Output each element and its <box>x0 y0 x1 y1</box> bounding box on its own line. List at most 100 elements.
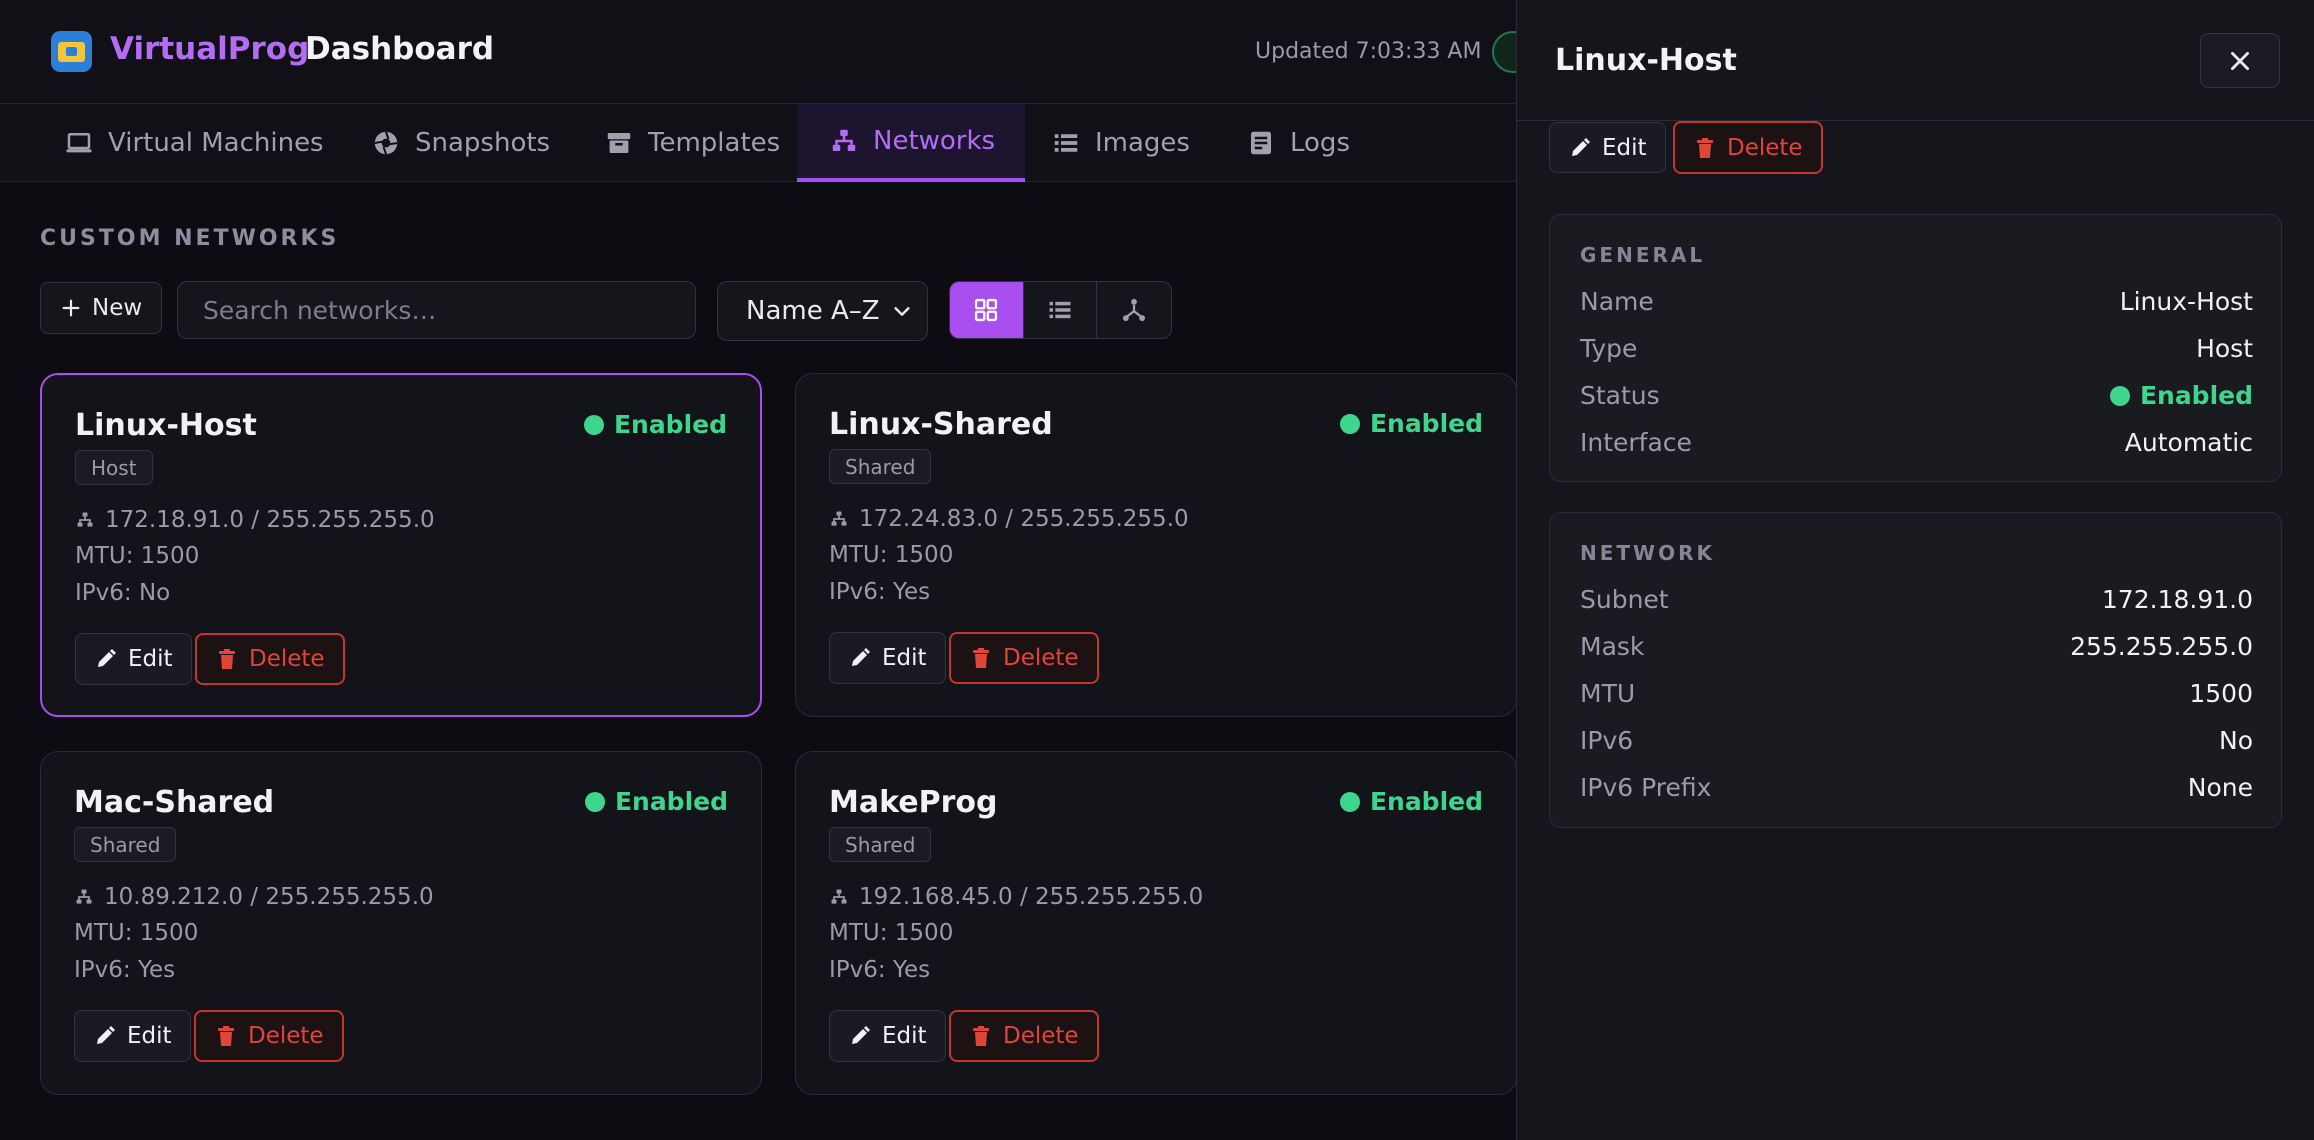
view-toggle-group <box>949 281 1172 339</box>
status-dot-icon <box>1339 413 1360 434</box>
detail-value: 172.18.91.0 <box>2101 585 2253 614</box>
edit-button[interactable]: Edit <box>829 632 946 684</box>
network-icon <box>831 511 847 526</box>
network-mtu: MTU: 1500 <box>829 542 954 568</box>
last-updated-text: Updated 7:03:33 AM <box>1255 39 1482 64</box>
search-networks-input[interactable] <box>177 281 696 339</box>
status-dot-icon <box>583 414 604 435</box>
close-panel-button[interactable] <box>2200 33 2280 88</box>
delete-button[interactable]: Delete <box>949 1010 1099 1062</box>
status-badge: Enabled <box>2109 381 2253 410</box>
tab-label: Virtual Machines <box>108 128 324 158</box>
network-icon <box>77 512 93 527</box>
network-mtu: MTU: 1500 <box>74 920 199 946</box>
topology-view-button[interactable] <box>1097 282 1171 338</box>
list-view-button[interactable] <box>1024 282 1098 338</box>
plus-icon <box>62 299 80 317</box>
sort-select[interactable]: Name A–Z <box>717 281 928 341</box>
grid-view-button[interactable] <box>950 282 1024 338</box>
detail-row-ipv6: IPv6 No <box>1580 726 2253 755</box>
detail-key: Name <box>1580 287 1654 316</box>
pencil-icon <box>97 1026 115 1044</box>
log-icon <box>1251 131 1271 155</box>
panel-delete-button[interactable]: Delete <box>1673 121 1823 174</box>
trash-icon <box>218 1026 234 1046</box>
pencil-icon <box>98 649 116 667</box>
general-section: GENERAL Name Linux-Host Type Host Status… <box>1549 214 2282 482</box>
network-card-linux-shared[interactable]: Linux-Shared Enabled Shared 172.24.83.0 … <box>795 373 1517 717</box>
network-card-makeprog[interactable]: MakeProg Enabled Shared 192.168.45.0 / 2… <box>795 751 1517 1095</box>
delete-label: Delete <box>249 646 325 672</box>
edit-button[interactable]: Edit <box>74 1010 191 1062</box>
status-text: Enabled <box>1369 787 1483 816</box>
detail-value: 255.255.255.0 <box>2070 632 2253 661</box>
tab-logs[interactable]: Logs <box>1214 104 1380 182</box>
status-dot-icon <box>584 791 605 812</box>
detail-value: Host <box>2196 334 2253 363</box>
page-title: Dashboard <box>305 31 495 67</box>
tab-virtual-machines[interactable]: Virtual Machines <box>32 104 354 182</box>
sort-value: Name A–Z <box>746 296 880 326</box>
network-ipv6: IPv6: Yes <box>829 579 931 605</box>
network-type-badge: Shared <box>829 827 932 862</box>
trash-icon <box>219 649 235 669</box>
delete-button[interactable]: Delete <box>194 1010 344 1062</box>
detail-key: IPv6 <box>1580 726 1634 755</box>
network-mtu: MTU: 1500 <box>75 543 200 569</box>
new-network-button[interactable]: New <box>40 282 163 334</box>
network-type-badge: Host <box>75 450 153 485</box>
network-name: MakeProg <box>829 785 998 820</box>
pencil-icon <box>852 648 870 666</box>
app-header: VirtualProg Dashboard Updated 7:03:33 AM <box>0 0 1534 104</box>
network-ipv6: IPv6: Yes <box>74 957 176 983</box>
network-name: Linux-Shared <box>829 407 1053 442</box>
tab-networks[interactable]: Networks <box>797 104 1026 182</box>
edit-button[interactable]: Edit <box>829 1010 946 1062</box>
tab-snapshots[interactable]: Snapshots <box>339 104 580 182</box>
network-ipv6: IPv6: No <box>75 580 171 606</box>
network-address-text: 10.89.212.0 / 255.255.255.0 <box>104 884 434 910</box>
pencil-icon <box>1572 137 1590 156</box>
detail-row-mtu: MTU 1500 <box>1580 679 2253 708</box>
network-icon <box>76 889 92 904</box>
tab-images[interactable]: Images <box>1019 104 1220 182</box>
network-address: 192.168.45.0 / 255.255.255.0 <box>829 884 1203 910</box>
detail-key: Interface <box>1580 428 1692 457</box>
detail-key: MTU <box>1580 679 1636 708</box>
grid-icon <box>975 298 998 322</box>
detail-row-type: Type Host <box>1580 334 2253 363</box>
status-text: Enabled <box>613 410 727 439</box>
delete-label: Delete <box>248 1023 324 1049</box>
status-text: Enabled <box>1369 409 1483 438</box>
edit-label: Edit <box>882 645 927 671</box>
detail-value: Automatic <box>2124 428 2253 457</box>
tab-label: Templates <box>648 128 781 158</box>
edit-button[interactable]: Edit <box>75 633 192 685</box>
delete-label: Delete <box>1003 645 1079 671</box>
new-button-label: New <box>92 295 143 321</box>
panel-edit-button[interactable]: Edit <box>1549 122 1666 173</box>
edit-label: Edit <box>128 646 173 672</box>
network-icon <box>832 129 856 151</box>
delete-button[interactable]: Delete <box>195 633 345 685</box>
status-badge: Enabled <box>1339 787 1483 816</box>
status-text: Enabled <box>614 787 728 816</box>
delete-button[interactable]: Delete <box>949 632 1099 684</box>
detail-value: No <box>2219 726 2253 755</box>
network-ipv6: IPv6: Yes <box>829 957 931 983</box>
tab-label: Networks <box>873 126 996 156</box>
network-card-linux-host[interactable]: Linux-Host Enabled Host 172.18.91.0 / 25… <box>40 373 762 717</box>
network-card-mac-shared[interactable]: Mac-Shared Enabled Shared 10.89.212.0 / … <box>40 751 762 1095</box>
network-section: NETWORK Subnet 172.18.91.0 Mask 255.255.… <box>1549 512 2282 828</box>
network-type-badge: Shared <box>74 827 177 862</box>
main-tabs: Virtual Machines Snapshots Templates Net… <box>0 104 1516 182</box>
section-title: GENERAL <box>1580 243 1706 267</box>
tab-label: Snapshots <box>415 128 551 158</box>
networks-view: CUSTOM NETWORKS New Name A–Z Linux-Host … <box>0 182 1517 1140</box>
network-address: 172.18.91.0 / 255.255.255.0 <box>75 507 435 533</box>
trash-icon <box>973 648 989 668</box>
delete-label: Delete <box>1727 134 1803 161</box>
tab-templates[interactable]: Templates <box>572 104 810 182</box>
network-mtu: MTU: 1500 <box>829 920 954 946</box>
detail-key: IPv6 Prefix <box>1580 773 1712 802</box>
